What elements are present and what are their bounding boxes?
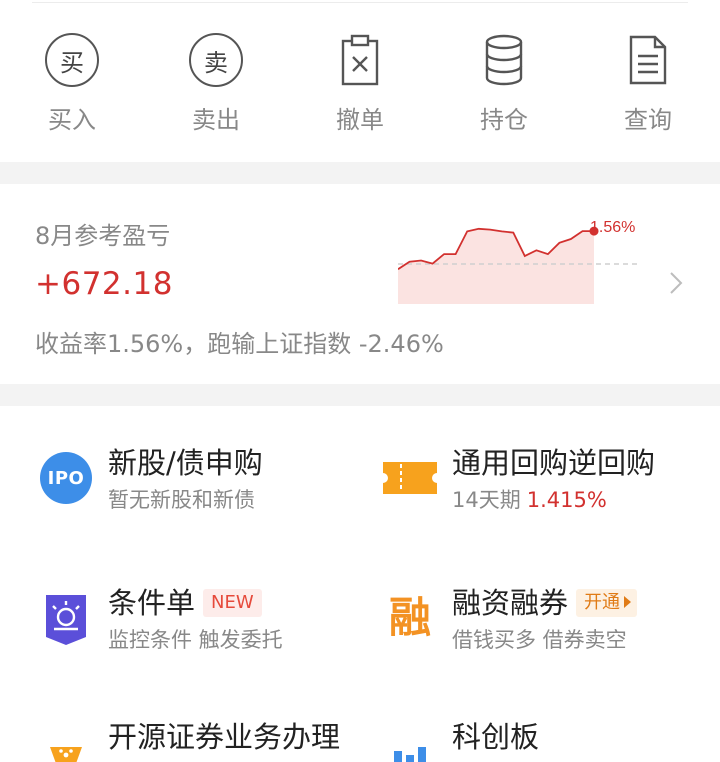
- ticket-icon: [382, 450, 438, 506]
- profit-description: 收益率1.56%，跑输上证指数 -2.46%: [35, 330, 444, 358]
- feature-grid: IPO 新股/债申购 暂无新股和新债 通用回购逆回购 14天期 1.415% 条…: [0, 406, 720, 762]
- condition-subtitle: 监控条件 触发委托: [108, 628, 283, 652]
- new-badge: NEW: [203, 589, 262, 617]
- trade-actions-bar: 买 买入 卖 卖出 撤单 持仓 查询: [0, 0, 720, 162]
- business-title: 开源证券业务办理: [108, 720, 341, 754]
- ipo-subtitle: 暂无新股和新债: [108, 488, 255, 512]
- buy-circle-icon: 买: [44, 32, 100, 88]
- ipo-icon: IPO: [38, 450, 94, 506]
- profit-title: 8月参考盈亏: [35, 222, 171, 250]
- position-button[interactable]: 持仓: [454, 32, 554, 142]
- divider: [32, 2, 688, 3]
- star-market-title: 科创板: [452, 720, 540, 754]
- triangle-right-icon: [624, 596, 632, 608]
- profit-amount: +672.18: [35, 266, 173, 302]
- query-label: 查询: [624, 106, 672, 134]
- query-button[interactable]: 查询: [598, 32, 698, 142]
- profit-sparkline: 1.56%: [398, 219, 638, 304]
- repo-subtitle: 14天期 1.415%: [452, 484, 607, 514]
- buy-button[interactable]: 买 买入: [22, 32, 122, 142]
- sell-label: 卖出: [192, 106, 240, 134]
- chevron-right-icon[interactable]: [662, 270, 688, 296]
- cancel-order-label: 撤单: [336, 106, 384, 134]
- ipo-title: 新股/债申购: [108, 446, 263, 480]
- sparkline-label: 1.56%: [590, 219, 635, 236]
- sell-button[interactable]: 卖 卖出: [166, 32, 266, 142]
- margin-title-text: 融资融券: [452, 586, 569, 620]
- margin-subtitle: 借钱买多 借券卖空: [452, 628, 627, 652]
- sell-circle-icon: 卖: [188, 32, 244, 88]
- position-label: 持仓: [480, 106, 528, 134]
- condition-title-text: 条件单: [108, 586, 196, 620]
- cancel-order-button[interactable]: 撤单: [310, 32, 410, 142]
- sparkline-area: [398, 228, 594, 304]
- repo-rate: 1.415%: [526, 488, 607, 512]
- condition-sun-icon: [38, 590, 94, 646]
- database-stack-icon: [476, 32, 532, 88]
- star-market-icon: [382, 724, 438, 762]
- margin-icon: 融: [388, 593, 431, 642]
- trophy-icon: [38, 724, 94, 762]
- clipboard-x-icon: [332, 32, 388, 88]
- repo-term: 14天期: [452, 488, 521, 512]
- margin-title: 融资融券 开通: [452, 580, 638, 622]
- document-lines-icon: [620, 32, 676, 88]
- monthly-profit-card[interactable]: 8月参考盈亏 +672.18 收益率1.56%，跑输上证指数 -2.46% 1.…: [0, 184, 720, 384]
- buy-label: 买入: [48, 106, 96, 134]
- open-account-badge[interactable]: 开通: [576, 589, 638, 617]
- repo-title: 通用回购逆回购: [452, 446, 656, 480]
- condition-title: 条件单 NEW: [108, 580, 262, 622]
